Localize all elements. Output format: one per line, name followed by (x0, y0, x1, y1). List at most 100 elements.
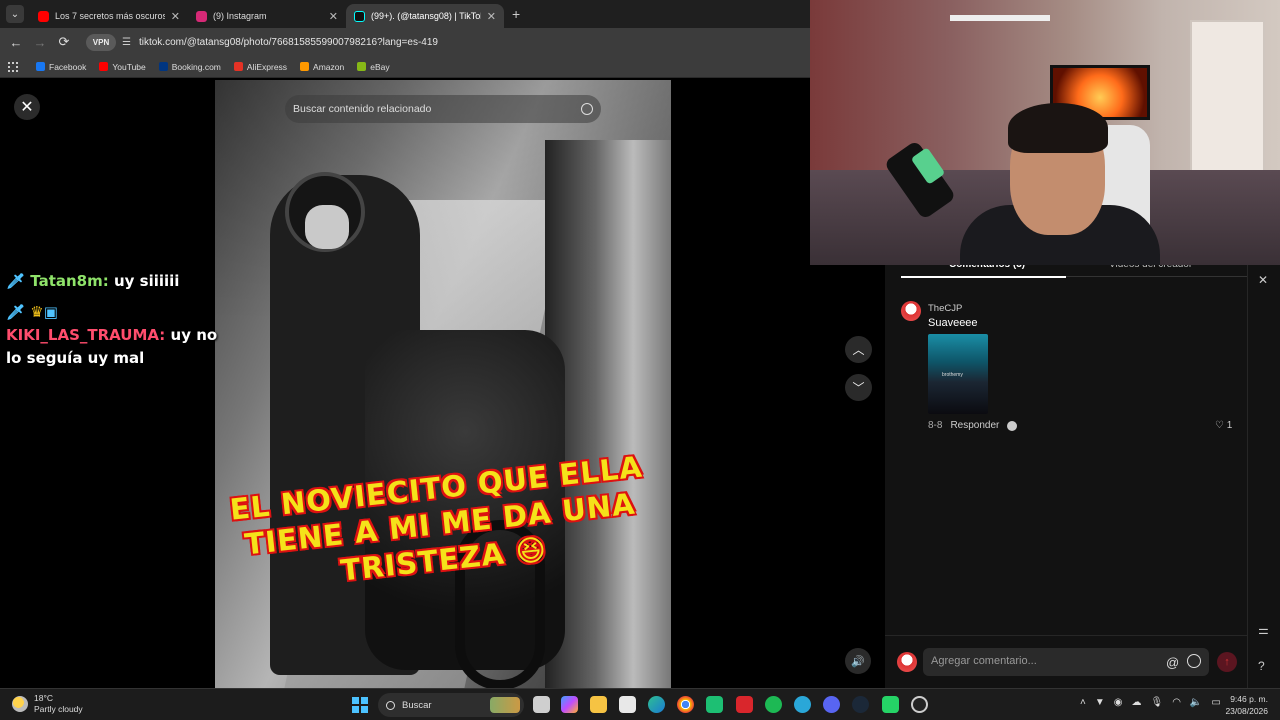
chevron-down-icon: ﹀ (852, 381, 865, 395)
bookmark-label: Facebook (49, 61, 87, 72)
weather-widget[interactable]: 18°C Partly cloudy (12, 693, 83, 715)
settings-icon[interactable]: ✕ (1258, 273, 1268, 287)
tab-close-icon[interactable]: ✕ (487, 10, 496, 23)
close-viewer-button[interactable]: ✕ (14, 94, 40, 120)
wps-icon[interactable] (736, 696, 753, 713)
comment-username[interactable]: TheCJP (928, 303, 962, 314)
bookmark-label: AliExpress (246, 61, 288, 72)
battery-icon[interactable]: ▭ (1211, 697, 1220, 708)
taskbar: 18°C Partly cloudy Buscar ˄ ▼ ◉ ☁ 🎙 ◠ 🔈 … (0, 688, 1280, 720)
forward-icon[interactable]: → (28, 35, 52, 50)
tab-close-icon[interactable]: ✕ (171, 10, 180, 23)
emoji-icon[interactable] (1187, 654, 1201, 668)
steam-icon[interactable] (852, 696, 869, 713)
stream-chat-overlay: 🗡 Tatan8m: uy siiiiii 🗡 ♛▣ KIKI_LAS_TRAU… (6, 270, 236, 370)
close-icon: ✕ (20, 99, 34, 116)
volume-icon[interactable]: 🔈 (1190, 697, 1202, 708)
aliexpress-icon (233, 62, 243, 71)
mention-icon[interactable]: @ (1166, 655, 1179, 670)
help-icon[interactable]: ? (1258, 659, 1265, 673)
search-icon[interactable] (581, 103, 593, 115)
subscriber-badge-icon: ▣ (43, 303, 58, 321)
search-icon (386, 700, 395, 710)
reload-icon[interactable]: ⟳ (52, 34, 76, 50)
weather-temp: 18°C (34, 693, 53, 703)
fiverr-icon[interactable] (706, 696, 723, 713)
photo-face (305, 205, 349, 249)
site-info-icon[interactable]: ☰ (122, 37, 131, 48)
speaker-icon: 🔊 (851, 655, 865, 668)
comment-meta: 8-8 Responder (928, 420, 1018, 431)
tab-label: (99+). (@tatansg08) | TikTok (371, 11, 481, 21)
cloud-icon[interactable]: ☁ (1131, 697, 1141, 708)
sliders-icon[interactable]: ⚌ (1258, 623, 1269, 637)
start-icon[interactable] (352, 697, 368, 713)
microphone-icon[interactable]: 🎙 (1150, 697, 1163, 708)
taskbar-search[interactable]: Buscar (378, 693, 524, 717)
copilot-icon[interactable] (561, 696, 578, 713)
chevron-up-icon[interactable]: ˄ (1080, 697, 1086, 708)
post-photo[interactable] (215, 80, 671, 688)
edge-icon[interactable] (648, 696, 665, 713)
facebook-icon (36, 62, 45, 71)
crown-badge-icon: ♛ (30, 303, 44, 321)
bookmark-aliexpress[interactable]: AliExpress (233, 61, 288, 72)
discord-icon[interactable] (823, 696, 840, 713)
comment-like-button[interactable]: ♡ 1 (1215, 420, 1232, 431)
whatsapp-icon[interactable] (882, 696, 899, 713)
webcam-shelf (950, 15, 1050, 21)
tray-app-icon[interactable]: ◉ (1114, 697, 1123, 708)
chat-message: 🗡 Tatan8m: uy siiiiii (6, 270, 236, 293)
file-explorer-icon[interactable] (590, 696, 607, 713)
task-view-icon[interactable] (533, 696, 550, 713)
search-placeholder: Buscar contenido relacionado (293, 103, 432, 115)
tab-youtube[interactable]: Los 7 secretos más oscuros del ✕ (30, 4, 188, 28)
webcam-person-hair (1008, 103, 1108, 153)
avatar[interactable] (901, 301, 921, 321)
vscode-like-icon[interactable] (794, 696, 811, 713)
bookmark-facebook[interactable]: Facebook (36, 62, 86, 72)
taskbar-search-label: Buscar (402, 699, 432, 711)
bookmark-ebay[interactable]: eBay (357, 61, 390, 72)
spotify-icon[interactable] (765, 696, 782, 713)
arrow-up-icon: ↑ (1224, 656, 1230, 668)
bookmark-label: YouTube (112, 61, 146, 72)
taskbar-clock[interactable]: 9:46 p. m. 23/08/2026 (1222, 693, 1268, 717)
obs-icon[interactable] (911, 696, 928, 713)
reply-button[interactable]: Responder (950, 420, 999, 431)
related-search-input[interactable]: Buscar contenido relacionado (285, 95, 601, 123)
like-count: 1 (1226, 420, 1233, 431)
comment-sticker-image[interactable]: brothemy (928, 334, 988, 414)
chrome-icon[interactable] (677, 696, 694, 713)
next-post-button[interactable]: ﹀ (845, 374, 872, 401)
wifi-icon[interactable]: ◠ (1172, 697, 1181, 708)
url-field[interactable]: tiktok.com/@tatansg08/photo/766815855990… (139, 37, 438, 48)
back-icon[interactable]: ← (4, 35, 28, 50)
tab-search-button[interactable]: ⌄ (6, 5, 24, 23)
bookmark-youtube[interactable]: YouTube (99, 61, 146, 72)
tab-close-icon[interactable]: ✕ (329, 10, 338, 23)
store-icon[interactable] (619, 696, 636, 713)
vpn-badge[interactable]: VPN (86, 33, 116, 51)
previous-post-button[interactable]: ︿ (845, 336, 872, 363)
volume-button[interactable]: 🔊 (845, 648, 871, 674)
clock-time: 9:46 p. m. (1230, 694, 1268, 704)
comments-panel: Comentarios (3) Videos del creador TheCJ… (885, 259, 1247, 688)
tray-app-icon[interactable]: ▼ (1095, 697, 1105, 708)
bookmark-amazon[interactable]: Amazon (300, 62, 344, 72)
bookmark-label: Amazon (313, 61, 345, 72)
new-tab-icon[interactable]: + (512, 6, 520, 22)
chat-username: KIKI_LAS_TRAUMA: (6, 326, 166, 344)
send-comment-button[interactable]: ↑ (1217, 652, 1237, 672)
partly-cloudy-icon (12, 696, 28, 712)
bookmark-booking[interactable]: Booking.com (158, 61, 221, 72)
streamer-webcam (810, 0, 1280, 265)
sticker-label: brothemy (942, 372, 963, 378)
bookmark-label: Booking.com (171, 61, 221, 72)
tab-instagram[interactable]: (9) Instagram ✕ (188, 4, 346, 28)
tab-tiktok[interactable]: (99+). (@tatansg08) | TikTok ✕ (346, 4, 504, 28)
active-tab-indicator (901, 276, 1066, 278)
bookmark-label: eBay (370, 61, 390, 72)
apps-grid-icon[interactable] (8, 61, 18, 72)
comment-input-row: Agregar comentario... @ ↑ (885, 635, 1247, 688)
